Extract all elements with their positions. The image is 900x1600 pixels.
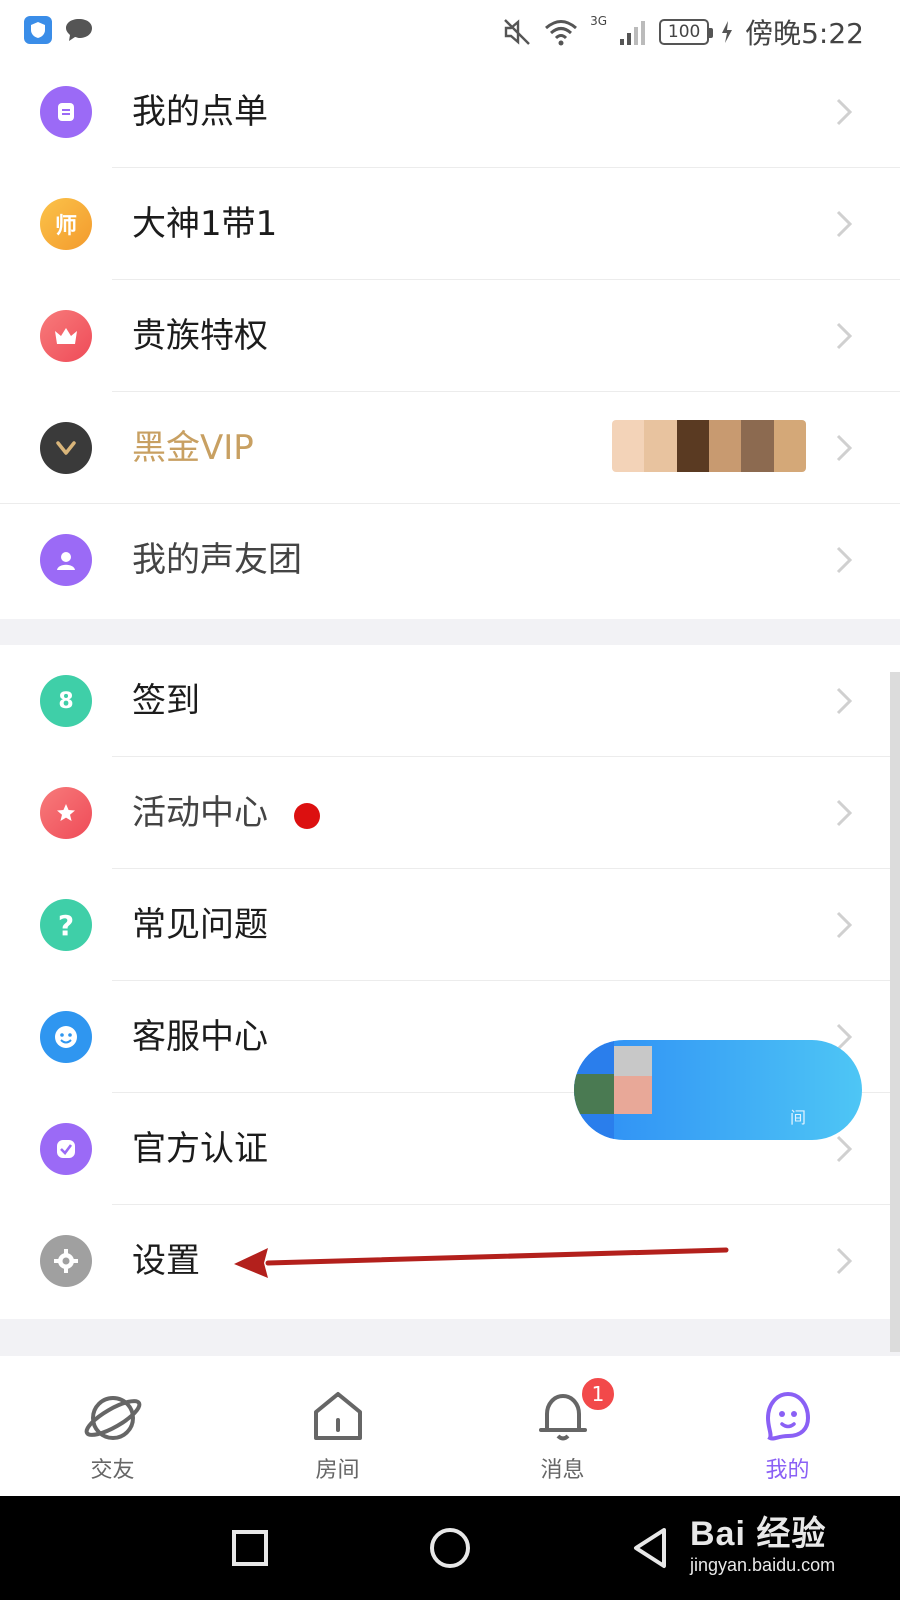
chevron-right-icon: [836, 687, 853, 715]
pixelated-redaction: [612, 420, 806, 472]
calendar-icon: 8: [40, 675, 92, 727]
menu-group-services: 8 签到 活动中心 ? 常见问题 客服中心 官方认证 设置: [0, 645, 900, 1319]
tab-friends[interactable]: 交友: [0, 1356, 225, 1496]
pixelated-redaction: [614, 1046, 652, 1076]
master-icon-glyph: 师: [54, 214, 77, 239]
tab-messages[interactable]: 消息 1: [450, 1356, 675, 1496]
planet-icon: [84, 1396, 141, 1440]
status-bar: 3G 100 傍晚5:22: [0, 0, 900, 64]
watermark: Bai 经验 jingyan.baidu.com: [690, 1506, 835, 1576]
shield-icon: [24, 16, 52, 44]
menu-item-label: 客服中心: [132, 1017, 268, 1057]
chevron-right-icon: [836, 322, 853, 350]
wifi-icon: [545, 20, 578, 46]
chevron-right-icon: [836, 434, 853, 462]
battery-indicator: 100: [659, 19, 714, 45]
system-navigation-bar: Bai 经验 jingyan.baidu.com: [0, 1496, 900, 1600]
menu-item-noble-privilege[interactable]: 贵族特权: [0, 280, 900, 392]
menu-item-my-orders[interactable]: 我的点单: [0, 56, 900, 168]
back-button[interactable]: [630, 1526, 670, 1570]
menu-item-label: 黑金VIP: [132, 428, 254, 468]
chevron-right-icon: [836, 210, 853, 238]
watermark-logo: Bai 经验: [690, 1515, 827, 1553]
floating-pill-label: 间: [790, 1108, 807, 1127]
tab-label: 交友: [90, 1458, 135, 1483]
menu-item-my-fan-club[interactable]: 我的声友团: [0, 504, 900, 616]
tab-label: 我的: [765, 1458, 810, 1483]
house-icon: [313, 1392, 362, 1440]
vip-icon: [40, 422, 92, 474]
menu-item-faq[interactable]: ? 常见问题: [0, 869, 900, 981]
recent-apps-button[interactable]: [232, 1530, 268, 1566]
status-indicators: 3G 100 傍晚5:22: [502, 12, 864, 52]
question-icon: ?: [40, 899, 92, 951]
annotation-arrow: [234, 1247, 729, 1278]
menu-item-label: 官方认证: [132, 1129, 268, 1169]
menu-item-activity-center[interactable]: 活动中心: [0, 757, 900, 869]
verified-icon: [40, 1123, 92, 1175]
menu-item-master-mentor[interactable]: 师 大神1带1: [0, 168, 900, 280]
signal-icon: [620, 21, 646, 45]
bottom-tab-bar: 交友 房间 消息 1 我的: [0, 1356, 900, 1496]
chevron-right-icon: [836, 1247, 853, 1275]
chevron-right-icon: [836, 911, 853, 939]
menu-item-check-in[interactable]: 8 签到: [0, 645, 900, 757]
chevron-right-icon: [836, 1135, 853, 1163]
watermark-url: jingyan.baidu.com: [690, 1555, 836, 1575]
menu-item-label: 我的点单: [132, 92, 268, 132]
menu-item-label: 大神1带1: [132, 204, 278, 244]
calendar-icon-glyph: 8: [58, 688, 74, 714]
home-button[interactable]: [430, 1528, 470, 1568]
pixelated-redaction: [614, 1076, 652, 1114]
tab-rooms[interactable]: 房间: [225, 1356, 450, 1496]
menu-group-account: 我的点单 师 大神1带1 贵族特权 黑金VIP 我的声友团: [0, 56, 900, 619]
menu-item-label: 签到: [132, 681, 200, 721]
mute-icon: [504, 19, 531, 45]
pixelated-redaction: [574, 1074, 614, 1114]
menu-item-label: 活动中心: [132, 793, 268, 833]
order-icon: [40, 86, 92, 138]
clock: 傍晚5:22: [745, 17, 864, 50]
charging-icon: [722, 21, 733, 43]
master-icon: 师: [40, 198, 92, 250]
star-icon: [40, 787, 92, 839]
service-icon: [40, 1011, 92, 1063]
menu-item-label: 常见问题: [132, 905, 268, 945]
tab-label: 房间: [315, 1458, 360, 1483]
chevron-right-icon: [836, 799, 853, 827]
menu-item-label: 贵族特权: [132, 316, 268, 356]
question-icon-glyph: ?: [57, 908, 75, 942]
unread-count-badge: 1: [580, 1376, 616, 1412]
menu-item-label: 我的声友团: [132, 540, 302, 580]
menu-item-label: 设置: [132, 1241, 200, 1281]
tab-label: 消息: [540, 1458, 585, 1483]
tab-mine[interactable]: 我的: [675, 1356, 900, 1496]
chat-bubble-icon: [66, 19, 92, 41]
chevron-right-icon: [836, 98, 853, 126]
user-group-icon: [40, 534, 92, 586]
notification-icons: [24, 16, 94, 44]
chevron-right-icon: [836, 546, 853, 574]
network-type: 3G: [590, 14, 608, 28]
floating-room-pill[interactable]: 间: [574, 1040, 862, 1140]
gear-icon: [40, 1235, 92, 1287]
scrollbar[interactable]: [890, 672, 900, 1352]
crown-icon: [40, 310, 92, 362]
unread-dot: [294, 803, 320, 829]
mascot-icon: [765, 1391, 810, 1441]
